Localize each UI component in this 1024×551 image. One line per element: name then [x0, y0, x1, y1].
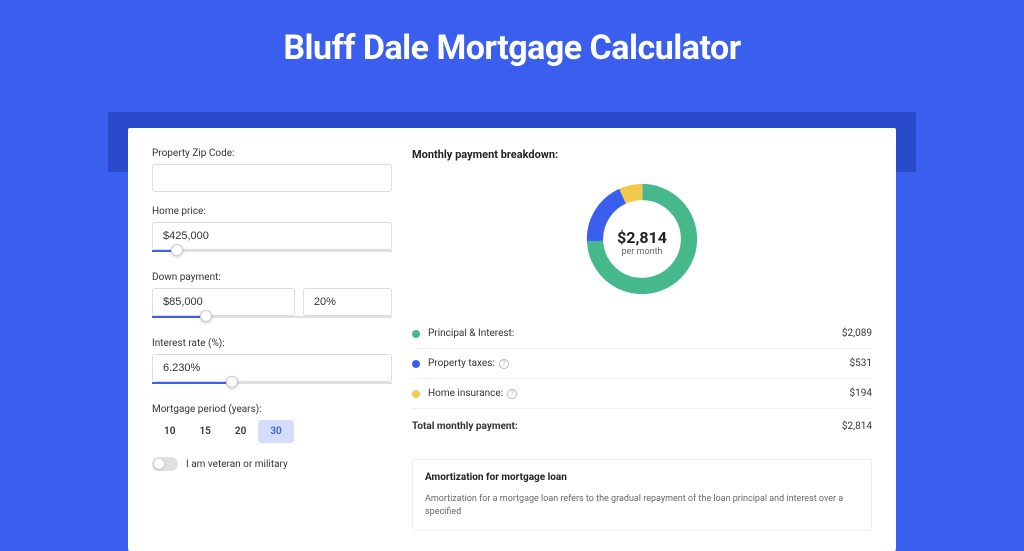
legend-label: Home insurance: ?	[428, 388, 850, 399]
slider-thumb[interactable]	[200, 310, 212, 322]
home-price-field-group: Home price:	[152, 206, 392, 258]
period-options: 10 15 20 30	[152, 420, 392, 443]
amortization-text: Amortization for a mortgage loan refers …	[425, 493, 859, 518]
zip-label: Property Zip Code:	[152, 148, 392, 159]
slider-thumb[interactable]	[226, 376, 238, 388]
slider-fill	[152, 250, 171, 252]
legend-value: $531	[850, 358, 872, 369]
total-label: Total monthly payment:	[412, 421, 842, 432]
slider-thumb[interactable]	[171, 244, 183, 256]
legend-text: Home insurance:	[428, 388, 503, 399]
period-field-group: Mortgage period (years): 10 15 20 30	[152, 404, 392, 443]
amortization-title: Amortization for mortgage loan	[425, 472, 859, 483]
zip-input[interactable]	[152, 164, 392, 192]
donut-center: $2,814 per month	[617, 228, 667, 257]
interest-rate-field-group: Interest rate (%):	[152, 338, 392, 390]
slider-fill	[152, 316, 200, 318]
period-option-20[interactable]: 20	[223, 420, 258, 443]
legend-value: $194	[850, 388, 872, 399]
period-option-30[interactable]: 30	[258, 420, 293, 443]
info-icon[interactable]: ?	[507, 389, 517, 399]
amortization-box: Amortization for mortgage loan Amortizat…	[412, 459, 872, 531]
down-payment-label: Down payment:	[152, 272, 392, 283]
page-title: Bluff Dale Mortgage Calculator	[0, 0, 1024, 86]
legend-row-insurance: Home insurance: ? $194	[412, 379, 872, 409]
home-price-label: Home price:	[152, 206, 392, 217]
legend-row-total: Total monthly payment: $2,814	[412, 409, 872, 441]
calculator-card: Property Zip Code: Home price: Down paym…	[128, 128, 896, 551]
legend-dot	[412, 360, 420, 368]
info-icon[interactable]: ?	[499, 359, 509, 369]
interest-rate-slider[interactable]	[152, 380, 392, 390]
interest-rate-label: Interest rate (%):	[152, 338, 392, 349]
legend-label: Principal & Interest:	[428, 328, 842, 339]
period-label: Mortgage period (years):	[152, 404, 392, 415]
home-price-slider[interactable]	[152, 248, 392, 258]
donut-chart: $2,814 per month	[412, 171, 872, 319]
breakdown-title: Monthly payment breakdown:	[412, 148, 872, 161]
period-option-10[interactable]: 10	[152, 420, 187, 443]
legend-row-taxes: Property taxes: ? $531	[412, 349, 872, 379]
veteran-label: I am veteran or military	[186, 459, 288, 470]
legend-dot	[412, 330, 420, 338]
down-payment-pct-input[interactable]	[303, 288, 392, 316]
legend-label: Property taxes: ?	[428, 358, 850, 369]
veteran-toggle[interactable]	[152, 457, 178, 471]
down-payment-input[interactable]	[152, 288, 295, 316]
donut-sub: per month	[617, 247, 667, 257]
legend-row-principal: Principal & Interest: $2,089	[412, 319, 872, 349]
interest-rate-input[interactable]	[152, 354, 392, 382]
down-payment-slider[interactable]	[152, 314, 392, 324]
legend-text: Principal & Interest:	[428, 328, 514, 339]
legend-value: $2,089	[842, 328, 872, 339]
slider-track	[152, 250, 392, 252]
veteran-toggle-row: I am veteran or military	[152, 457, 392, 471]
period-option-15[interactable]: 15	[187, 420, 222, 443]
form-column: Property Zip Code: Home price: Down paym…	[152, 148, 392, 531]
zip-field-group: Property Zip Code:	[152, 148, 392, 192]
legend-text: Property taxes:	[428, 358, 495, 369]
donut-amount: $2,814	[617, 228, 667, 247]
down-payment-field-group: Down payment:	[152, 272, 392, 324]
home-price-input[interactable]	[152, 222, 392, 250]
breakdown-column: Monthly payment breakdown: $2,814 per mo…	[412, 148, 872, 531]
slider-fill	[152, 382, 226, 384]
total-value: $2,814	[842, 421, 872, 432]
legend-dot	[412, 390, 420, 398]
